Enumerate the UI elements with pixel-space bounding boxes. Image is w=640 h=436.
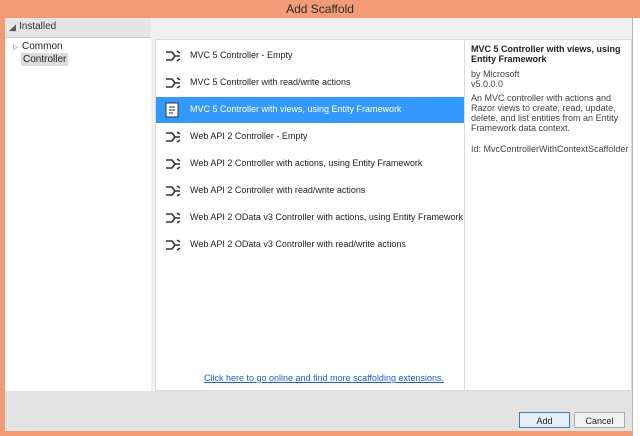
scaffold-item-label: Web API 2 Controller with actions, using… bbox=[190, 158, 423, 168]
scaffold-item-webapi-ef[interactable]: Web API 2 Controller with actions, using… bbox=[156, 151, 464, 177]
details-title: MVC 5 Controller with views, using Entit… bbox=[471, 44, 621, 64]
details-author: by Microsoft bbox=[471, 69, 520, 79]
controller-views-icon bbox=[165, 102, 179, 118]
scaffold-item-mvc-readwrite[interactable]: MVC 5 Controller with read/write actions bbox=[156, 70, 464, 96]
controller-icon bbox=[166, 185, 181, 197]
expand-triangle-icon[interactable]: ▷ bbox=[13, 43, 18, 51]
controller-icon bbox=[166, 131, 181, 143]
details-pane: MVC 5 Controller with views, using Entit… bbox=[465, 39, 632, 391]
window-title: Add Scaffold bbox=[286, 2, 354, 16]
category-tree: ▷ Common Controller bbox=[5, 38, 151, 391]
scaffold-item-label: Web API 2 Controller with read/write act… bbox=[190, 185, 366, 195]
controller-icon bbox=[166, 239, 181, 251]
details-id: Id: MvcControllerWithContextScaffolder bbox=[471, 144, 629, 154]
scaffold-item-odata-ef[interactable]: Web API 2 OData v3 Controller with actio… bbox=[156, 205, 464, 231]
add-button[interactable]: Add bbox=[519, 412, 570, 428]
dialog-client: ◢ Installed ▷ Common Controller MVC 5 Co… bbox=[5, 18, 632, 431]
collapse-triangle-icon: ◢ bbox=[9, 22, 16, 32]
controller-icon bbox=[166, 212, 181, 224]
background-window-edge bbox=[632, 18, 640, 436]
controller-icon bbox=[166, 158, 181, 170]
details-description: An MVC controller with actions and Razor… bbox=[471, 93, 619, 133]
details-version: v5.0.0.0 bbox=[471, 79, 504, 89]
tree-item-controller[interactable]: Controller bbox=[21, 53, 69, 66]
cancel-button[interactable]: Cancel bbox=[574, 412, 625, 428]
scaffold-item-odata-readwrite[interactable]: Web API 2 OData v3 Controller with read/… bbox=[156, 232, 464, 258]
tree-item-common[interactable]: Common bbox=[22, 41, 63, 52]
scaffold-item-label: MVC 5 Controller with read/write actions bbox=[190, 77, 351, 87]
add-scaffold-window: Add Scaffold ◢ Installed ▷ Common Contro… bbox=[0, 0, 640, 436]
scaffold-item-label: Web API 2 OData v3 Controller with actio… bbox=[190, 212, 463, 222]
scaffold-item-label: Web API 2 Controller - Empty bbox=[190, 131, 308, 141]
header-spacer bbox=[151, 18, 632, 38]
installed-label: Installed bbox=[19, 21, 57, 32]
online-scaffolding-link[interactable]: Click here to go online and find more sc… bbox=[204, 373, 444, 383]
scaffold-item-label: MVC 5 Controller with views, using Entit… bbox=[190, 104, 402, 114]
scaffold-item-webapi-readwrite[interactable]: Web API 2 Controller with read/write act… bbox=[156, 178, 464, 204]
scaffold-item-webapi-empty[interactable]: Web API 2 Controller - Empty bbox=[156, 124, 464, 150]
scaffold-item-label: Web API 2 OData v3 Controller with read/… bbox=[190, 239, 406, 249]
controller-icon bbox=[166, 77, 181, 89]
dialog-footer: Add Cancel bbox=[5, 391, 632, 431]
controller-icon bbox=[166, 50, 181, 62]
scaffold-item-label: MVC 5 Controller - Empty bbox=[190, 50, 293, 60]
scaffold-item-mvc-empty[interactable]: MVC 5 Controller - Empty bbox=[156, 43, 464, 69]
installed-header[interactable]: ◢ Installed bbox=[5, 18, 151, 38]
scaffold-item-mvc-ef-views[interactable]: MVC 5 Controller with views, using Entit… bbox=[156, 97, 464, 123]
scaffold-list: MVC 5 Controller - Empty MVC 5 Controlle… bbox=[155, 39, 465, 391]
